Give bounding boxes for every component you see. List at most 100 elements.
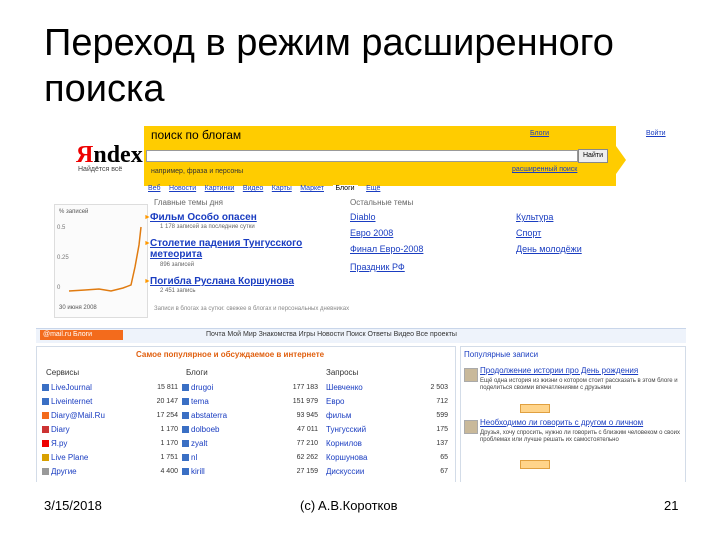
popular-posts-heading: Популярные записи: [464, 350, 539, 359]
list-item[interactable]: nl: [182, 452, 197, 463]
service-icon: [42, 468, 49, 476]
list-item[interactable]: Дискуссии: [326, 466, 364, 477]
blog-note: Записи в блогах за сутки: свежее в блога…: [154, 306, 350, 312]
list-item[interactable]: Шевченко: [326, 382, 363, 393]
list-item[interactable]: Другие: [42, 466, 77, 477]
avatar[interactable]: [464, 420, 478, 434]
tab-maps[interactable]: Карты: [272, 185, 292, 192]
top-link-blogs[interactable]: Блоги: [530, 130, 549, 137]
list-item[interactable]: фильм: [326, 410, 351, 421]
count: 77 210: [296, 440, 318, 447]
yandex-logo[interactable]: Яndex: [76, 142, 143, 169]
list-item[interactable]: Тунгусский: [326, 424, 366, 435]
list-item[interactable]: dolboeb: [182, 424, 219, 435]
list-item[interactable]: Diary: [42, 424, 70, 435]
queries-heading: Запросы: [326, 368, 359, 377]
top-link-login[interactable]: Войти: [646, 130, 666, 137]
other-topic-link[interactable]: Евро 2008: [350, 228, 393, 238]
list-item[interactable]: Я.ру: [42, 438, 67, 449]
count: 1 751: [160, 454, 178, 461]
list-item[interactable]: Евро: [326, 396, 344, 407]
count: 2 503: [430, 384, 448, 391]
blog-icon: [182, 454, 189, 462]
list-item[interactable]: abstaterra: [182, 410, 227, 421]
blog-icon: [182, 468, 189, 476]
blog-icon: [182, 384, 189, 392]
story-meta: 2 451 запись: [160, 288, 196, 294]
list-item[interactable]: LiveJournal: [42, 382, 92, 393]
trend-line: [68, 226, 142, 292]
search-title: поиск по блогам: [151, 128, 242, 142]
post-tag[interactable]: [520, 404, 550, 413]
service-icon: [42, 426, 49, 434]
count: 27 159: [296, 468, 318, 475]
list-item[interactable]: Live Plane: [42, 452, 88, 463]
list-item[interactable]: Liveinternet: [42, 396, 92, 407]
count: 151 979: [292, 398, 318, 405]
blog-icon: [182, 440, 189, 448]
blog-icon: [182, 412, 189, 420]
story-meta: 1 178 записей за последние сутки: [160, 224, 255, 230]
count: 62 262: [296, 454, 318, 461]
screenshot-region: Яndex Найдётся всё поиск по блогам Блоги…: [36, 120, 686, 482]
count: 93 945: [296, 412, 318, 419]
tab-market[interactable]: Маркет: [300, 185, 324, 192]
tab-news[interactable]: Новости: [169, 185, 196, 192]
list-item[interactable]: Корнилов: [326, 438, 362, 449]
tab-more[interactable]: Ещё: [366, 185, 380, 192]
slide-title: Переход в режим расширенного поиска: [44, 22, 614, 110]
yandex-slogan: Найдётся всё: [78, 166, 123, 173]
story-meta: 896 записей: [160, 262, 195, 268]
post-title[interactable]: Продолжение истории про День рождения: [480, 366, 638, 375]
count: 1 170: [160, 426, 178, 433]
story-title[interactable]: Погибла Руслана Коршунова: [150, 276, 294, 287]
list-item[interactable]: Diary@Mail.Ru: [42, 410, 105, 421]
post-text: Ещё одна история из жизни о котором стои…: [480, 378, 678, 391]
avatar[interactable]: [464, 368, 478, 382]
tab-blogs[interactable]: Блоги: [332, 185, 358, 192]
other-topic-link[interactable]: День молодёжи: [516, 244, 582, 254]
service-icon: [42, 412, 49, 420]
count: 599: [436, 412, 448, 419]
count: 4 400: [160, 468, 178, 475]
blog-icon: [182, 398, 189, 406]
other-topic-link[interactable]: Финал Евро-2008: [350, 244, 423, 254]
service-icon: [42, 384, 49, 392]
count: 65: [440, 454, 448, 461]
list-item[interactable]: Коршунова: [326, 452, 367, 463]
trend-chart: % записей 0.5 0.25 0 30 июня 2008: [54, 204, 148, 318]
count: 20 147: [156, 398, 178, 405]
other-topic-link[interactable]: Праздник РФ: [350, 262, 405, 272]
search-input[interactable]: [146, 150, 578, 162]
list-item[interactable]: zyalt: [182, 438, 207, 449]
search-button[interactable]: Найти: [578, 149, 608, 163]
count: 175: [436, 426, 448, 433]
other-topic-link[interactable]: Спорт: [516, 228, 541, 238]
tab-video[interactable]: Видео: [243, 185, 263, 192]
count: 47 011: [297, 426, 318, 433]
mail-logo[interactable]: @mail.ru Блоги: [40, 330, 123, 340]
other-topics-heading: Остальные темы: [350, 198, 414, 207]
story-title[interactable]: Фильм Особо опасен: [150, 212, 257, 223]
service-icon: [42, 454, 49, 462]
other-topic-link[interactable]: Культура: [516, 212, 553, 222]
post-tag[interactable]: [520, 460, 550, 469]
popular-panel-heading: Самое популярное и обсуждаемое в интерне…: [136, 350, 325, 359]
count: 137: [436, 440, 448, 447]
blog-icon: [182, 426, 189, 434]
mail-nav-links[interactable]: Почта Мой Мир Знакомства Игры Новости По…: [206, 331, 457, 338]
advanced-search-link[interactable]: расширенный поиск: [512, 166, 577, 173]
tab-web[interactable]: Веб: [148, 185, 161, 192]
other-topic-link[interactable]: Diablo: [350, 212, 376, 222]
count: 177 183: [292, 384, 318, 391]
list-item[interactable]: kirill: [182, 466, 205, 477]
post-text: Друзья, хочу спросить, нужно ли говорить…: [480, 430, 680, 443]
list-item[interactable]: drugoi: [182, 382, 213, 393]
post-title[interactable]: Необходимо ли говорить с другом о личном: [480, 418, 643, 427]
list-item[interactable]: tema: [182, 396, 209, 407]
services-heading: Сервисы: [46, 368, 80, 377]
main-topics-heading: Главные темы дня: [154, 198, 224, 207]
tab-images[interactable]: Картинки: [205, 185, 235, 192]
chart-footer: 30 июня 2008: [59, 305, 97, 311]
story-title[interactable]: Столетие падения Тунгусского метеорита: [150, 238, 310, 260]
